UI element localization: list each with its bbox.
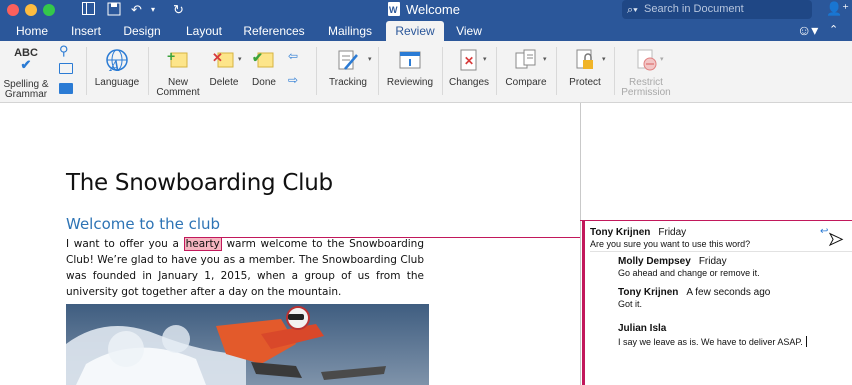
- tracking-button[interactable]: ▾ Tracking: [322, 41, 374, 103]
- word-count-icon[interactable]: [59, 83, 73, 94]
- snowboarder-photo[interactable]: [66, 304, 429, 385]
- thesaurus-icon[interactable]: [59, 63, 73, 74]
- sidebar-toggle-icon[interactable]: [82, 2, 95, 18]
- reply-author: Julian Isla: [618, 323, 667, 334]
- word-window: ↶ ▾ ↻ Welcome ⌕▾ Search in Document 👤⁺ H…: [0, 0, 852, 385]
- chevron-down-icon: ▾: [660, 56, 664, 63]
- chevron-down-icon[interactable]: ▾: [368, 55, 372, 63]
- chevron-down-icon[interactable]: ▾: [602, 55, 606, 63]
- reply-text[interactable]: Go ahead and change or remove it.: [618, 268, 760, 278]
- document-heading: Welcome to the club: [66, 215, 221, 233]
- protect-button[interactable]: ▾ Protect: [560, 41, 610, 103]
- track-changes-icon: [335, 47, 361, 76]
- comment-anchor-line: [208, 237, 580, 238]
- save-icon[interactable]: [107, 2, 121, 18]
- search-icon: ⌕▾: [627, 4, 638, 16]
- previous-comment-icon[interactable]: ⇦: [288, 49, 298, 63]
- changes-icon: ✕: [456, 47, 482, 76]
- ribbon-separator: [556, 47, 557, 95]
- done-comment-icon: ✔: [251, 47, 277, 76]
- tab-home[interactable]: Home: [8, 21, 56, 41]
- chevron-down-icon[interactable]: ▾: [543, 55, 547, 63]
- new-comment-icon: +: [165, 47, 191, 76]
- ribbon-tabs: Home Insert Design Layout References Mai…: [0, 21, 852, 41]
- reviewing-button[interactable]: Reviewing: [382, 41, 438, 103]
- mouse-cursor-icon: ➤: [827, 229, 844, 250]
- close-window-button[interactable]: [7, 4, 19, 16]
- restrict-permission-icon: [633, 47, 659, 76]
- delete-comment-button[interactable]: ✕ ▾ Delete: [204, 41, 244, 103]
- spelling-check-icon: ABC ✔: [14, 47, 38, 72]
- next-comment-icon[interactable]: ⇨: [288, 73, 298, 87]
- compare-icon: [513, 47, 539, 76]
- done-button[interactable]: ✔ Done: [246, 41, 282, 103]
- reply-input[interactable]: I say we leave as is. We have to deliver…: [618, 336, 807, 347]
- language-globe-icon: A: [104, 47, 130, 76]
- svg-text:A: A: [108, 59, 120, 73]
- reviewing-pane-icon: [397, 47, 423, 76]
- reply-author: Tony Krijnen A few seconds ago: [618, 287, 771, 298]
- ribbon-separator: [86, 47, 87, 95]
- text-cursor: [805, 336, 807, 347]
- search-input[interactable]: ⌕▾ Search in Document: [622, 0, 812, 19]
- ribbon-separator: [148, 47, 149, 95]
- comment-accent-bar: [582, 220, 585, 385]
- svg-text:✔: ✔: [252, 50, 263, 65]
- comment-nav-buttons: ⇦ ⇨: [284, 41, 308, 103]
- tab-references[interactable]: References: [238, 21, 310, 41]
- compare-button[interactable]: ▾ Compare: [500, 41, 552, 103]
- reply-text[interactable]: Got it.: [618, 299, 642, 309]
- redo-icon[interactable]: ↻: [173, 2, 184, 18]
- undo-icon[interactable]: ↶: [131, 2, 142, 18]
- lock-icon: [572, 47, 598, 76]
- comment-author: Tony Krijnen Friday: [590, 227, 687, 238]
- svg-text:+: +: [167, 48, 175, 64]
- collapse-ribbon-icon[interactable]: ⌃: [829, 23, 838, 36]
- changes-button[interactable]: ✕ ▾ Changes: [446, 41, 492, 103]
- comment-top-line: [580, 220, 852, 221]
- tab-view[interactable]: View: [448, 21, 490, 41]
- share-person-icon[interactable]: 👤⁺: [826, 1, 849, 17]
- chevron-down-icon[interactable]: ▾: [238, 55, 242, 63]
- new-comment-button[interactable]: + New Comment: [152, 41, 204, 103]
- ribbon-separator: [378, 47, 379, 95]
- spelling-grammar-button[interactable]: ABC ✔ Spelling & Grammar: [2, 41, 50, 103]
- chevron-down-icon[interactable]: ▾: [483, 55, 487, 63]
- smart-lookup-icon[interactable]: ⚲: [59, 43, 69, 59]
- tab-insert[interactable]: Insert: [62, 21, 110, 41]
- ribbon: ABC ✔ Spelling & Grammar ⚲ A Language + N…: [0, 41, 852, 103]
- comment-divider: [590, 251, 852, 252]
- tab-layout[interactable]: Layout: [178, 21, 230, 41]
- ribbon-separator: [614, 47, 615, 95]
- thesaurus-small-buttons[interactable]: ⚲: [54, 41, 78, 103]
- restrict-permission-button[interactable]: ▾ Restrict Permission: [618, 41, 674, 103]
- svg-text:✕: ✕: [212, 50, 223, 65]
- document-title: The Snowboarding Club: [66, 170, 333, 196]
- ribbon-separator: [496, 47, 497, 95]
- svg-text:✕: ✕: [464, 54, 474, 68]
- undo-dropdown-icon[interactable]: ▾: [151, 2, 155, 18]
- ribbon-separator: [316, 47, 317, 95]
- reply-author: Molly Dempsey Friday: [618, 256, 727, 267]
- commented-word[interactable]: hearty: [183, 237, 222, 251]
- zoom-window-button[interactable]: [43, 4, 55, 16]
- tab-design[interactable]: Design: [116, 21, 168, 41]
- document-paragraph[interactable]: I want to offer you a hearty warm welcom…: [66, 236, 424, 300]
- ribbon-separator: [442, 47, 443, 95]
- tab-mailings[interactable]: Mailings: [320, 21, 380, 41]
- comment-text[interactable]: Are you sure you want to use this word?: [590, 239, 750, 249]
- feedback-smiley-icon[interactable]: ☺▾: [797, 22, 818, 39]
- word-doc-icon: [388, 2, 400, 18]
- title-bar: ↶ ▾ ↻ Welcome ⌕▾ Search in Document 👤⁺: [0, 0, 852, 21]
- tab-review[interactable]: Review: [386, 21, 444, 41]
- delete-comment-icon: ✕: [211, 47, 237, 76]
- window-title: Welcome: [388, 2, 460, 18]
- minimize-window-button[interactable]: [25, 4, 37, 16]
- language-button[interactable]: A Language: [92, 41, 142, 103]
